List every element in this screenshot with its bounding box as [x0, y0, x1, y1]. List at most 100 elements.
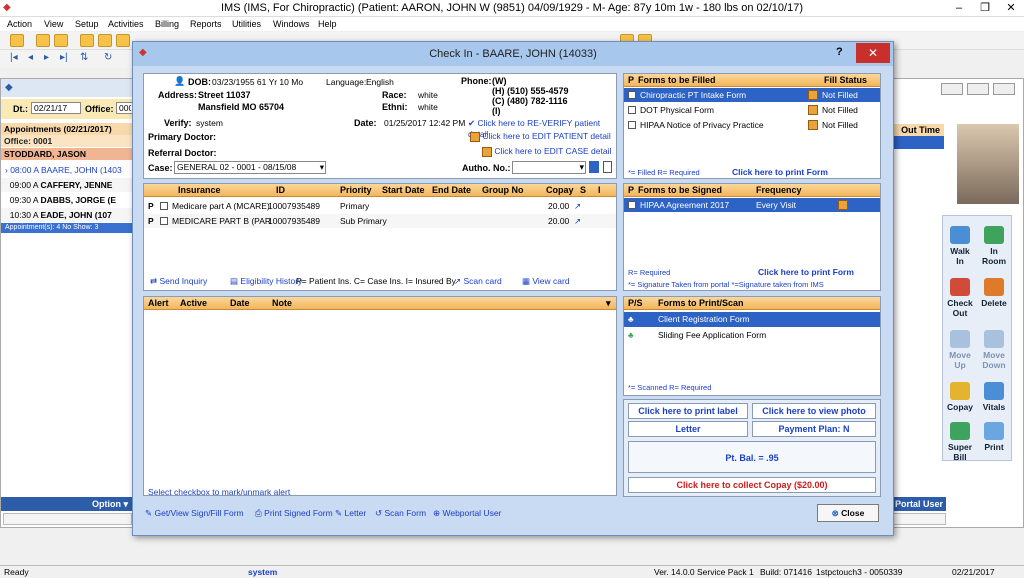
toolbar-folder-icon[interactable]: [80, 34, 94, 47]
edit-patient-link[interactable]: Click here to EDIT PATIENT detail: [470, 131, 611, 142]
toolbar-user-icon[interactable]: [10, 34, 24, 47]
check-out-button[interactable]: Check Out: [943, 278, 977, 318]
print-form-row[interactable]: ♣ Client Registration Form: [624, 312, 880, 327]
send-inquiry-link[interactable]: ⇄ Send Inquiry: [150, 274, 207, 288]
super-bill-button[interactable]: Super Bill: [943, 422, 977, 462]
vitals-button[interactable]: Vitals: [977, 382, 1011, 412]
dialog-close-button[interactable]: ✕: [856, 43, 890, 63]
view-card-link[interactable]: ▦ View card: [522, 274, 570, 288]
last-record-icon[interactable]: ▸|: [60, 52, 68, 63]
in-room-button[interactable]: In Room: [977, 226, 1011, 266]
chart-icon[interactable]: ↗: [574, 199, 581, 213]
print-label-button[interactable]: Click here to print label: [628, 403, 748, 419]
menu-activities[interactable]: Activities: [108, 17, 144, 31]
horizontal-scrollbar[interactable]: [3, 513, 132, 525]
menu-billing[interactable]: Billing: [155, 17, 179, 31]
letter-link[interactable]: ✎ Letter: [335, 502, 366, 524]
move-down-button[interactable]: Move Down: [977, 330, 1011, 370]
panel-close-button[interactable]: [993, 83, 1015, 95]
chart-icon[interactable]: ↗: [574, 214, 581, 228]
menu-setup[interactable]: Setup: [75, 17, 99, 31]
form-checkbox[interactable]: [628, 106, 636, 114]
toolbar-people-icon[interactable]: [36, 34, 50, 47]
webportal-user-link[interactable]: ⊕ Webportal User: [433, 502, 501, 524]
payment-plan-button[interactable]: Payment Plan: N: [752, 421, 876, 437]
form-checkbox[interactable]: [628, 121, 636, 129]
appointment-row[interactable]: 10:30 A EADE, JOHN (107: [1, 208, 134, 222]
insurance-checkbox[interactable]: [160, 217, 168, 225]
letter-button[interactable]: Letter: [628, 421, 748, 437]
scan-form-link[interactable]: ↺ Scan Form: [375, 502, 426, 524]
sign-form-row[interactable]: HIPAA Agreement 2017 Every Visit: [624, 198, 880, 212]
menu-help[interactable]: Help: [318, 17, 337, 31]
panel-restore-button[interactable]: [967, 83, 989, 95]
move-up-button[interactable]: Move Up: [943, 330, 977, 370]
search-icon[interactable]: [589, 161, 599, 173]
language-label: Language:: [326, 77, 367, 87]
move-down-icon: [984, 330, 1004, 348]
fill-form-icon[interactable]: [808, 90, 818, 100]
menu-view[interactable]: View: [44, 17, 63, 31]
toolbar-calendar-icon[interactable]: [98, 34, 112, 47]
sign-form-icon[interactable]: [838, 200, 848, 210]
prev-record-icon[interactable]: ◂: [28, 52, 33, 63]
restore-button[interactable]: ❐: [972, 0, 998, 17]
get-view-sign-link[interactable]: ✎ Get/View Sign/Fill Form: [145, 502, 244, 524]
chevron-down-icon[interactable]: ▾: [606, 297, 611, 310]
menu-windows[interactable]: Windows: [273, 17, 310, 31]
menu-action[interactable]: Action: [7, 17, 32, 31]
sign-form-checkbox[interactable]: [628, 201, 636, 209]
eligibility-history-link[interactable]: ▤ Eligibility History: [230, 274, 302, 288]
delete-button[interactable]: Delete: [977, 278, 1011, 308]
copay-button[interactable]: Copay: [943, 382, 977, 412]
insurance-row[interactable]: P MEDICARE PART B (PAR 10007935489 Sub P…: [144, 214, 616, 228]
case-select[interactable]: GENERAL 02 - 0001 - 08/15/08 ▾: [174, 161, 326, 174]
print-fill-form-link[interactable]: Click here to print Form: [732, 167, 828, 177]
menu-utilities[interactable]: Utilities: [232, 17, 261, 31]
insurance-row[interactable]: P Medicare part A (MCARE) 10007935489 Pr…: [144, 199, 616, 213]
panel-minimize-button[interactable]: [941, 83, 963, 95]
next-record-icon[interactable]: ▸: [44, 52, 49, 63]
print-form-row[interactable]: ♣ Sliding Fee Application Form: [624, 328, 880, 343]
close-window-button[interactable]: ✕: [998, 0, 1024, 17]
nav-toolbar: |◂ ◂ ▸ ▸| ⇅ ↻: [0, 50, 140, 68]
scan-card-link[interactable]: ↗ Scan card: [454, 274, 502, 288]
print-signed-form-link[interactable]: ⎙ Print Signed Form: [255, 502, 333, 524]
form-checkbox[interactable]: [628, 91, 636, 99]
autho-select[interactable]: ▾: [512, 161, 586, 174]
document-icon[interactable]: [603, 161, 612, 173]
check-in-dialog: Check In - BAARE, JOHN (14033) ◆ ? ✕ 👤 D…: [132, 41, 894, 536]
view-photo-button[interactable]: Click here to view photo: [752, 403, 876, 419]
toolbar-edit-icon[interactable]: [54, 34, 68, 47]
appointment-row[interactable]: 09:00 A CAFFERY, JENNE: [1, 178, 134, 192]
chevron-down-icon: ▾: [579, 162, 584, 172]
minimize-button[interactable]: –: [946, 0, 972, 17]
right-horizontal-scrollbar[interactable]: [886, 513, 946, 525]
provider-row[interactable]: STODDARD, JASON: [1, 148, 134, 160]
edit-case-link[interactable]: Click here to EDIT CASE detail: [482, 146, 611, 157]
print-button[interactable]: Print: [977, 422, 1011, 452]
close-button[interactable]: ⊗ Close: [817, 504, 879, 522]
date-input[interactable]: [31, 102, 81, 114]
fill-form-icon[interactable]: [808, 120, 818, 130]
toolbar-report-icon[interactable]: [116, 34, 130, 47]
option-button[interactable]: Option ▾: [1, 497, 134, 511]
menu-reports[interactable]: Reports: [190, 17, 222, 31]
sort-icon[interactable]: ⇅: [80, 52, 88, 63]
form-row[interactable]: DOT Physical Form Not Filled: [624, 103, 880, 117]
first-record-icon[interactable]: |◂: [10, 52, 18, 63]
super-bill-icon: [950, 422, 970, 440]
insurance-checkbox[interactable]: [160, 202, 168, 210]
walk-in-button[interactable]: Walk In: [943, 226, 977, 266]
insurance-header: Insurance ID Priority Start Date End Dat…: [144, 184, 616, 197]
form-row[interactable]: Chiropractic PT Intake Form Not Filled: [624, 88, 880, 102]
print-sign-form-link[interactable]: Click here to print Form: [758, 267, 854, 277]
forms-sign-legend: R= Required: [628, 268, 671, 277]
help-button[interactable]: ?: [836, 46, 843, 58]
appointment-row[interactable]: 09:30 A DABBS, JORGE (E: [1, 193, 134, 207]
fill-form-icon[interactable]: [808, 105, 818, 115]
appointment-row[interactable]: › 08:00 A BAARE, JOHN (1403: [1, 163, 134, 177]
form-row[interactable]: HIPAA Notice of Privacy Practice Not Fil…: [624, 118, 880, 132]
refresh-icon[interactable]: ↻: [104, 52, 112, 63]
collect-copay-button[interactable]: Click here to collect Copay ($20.00): [628, 477, 876, 493]
